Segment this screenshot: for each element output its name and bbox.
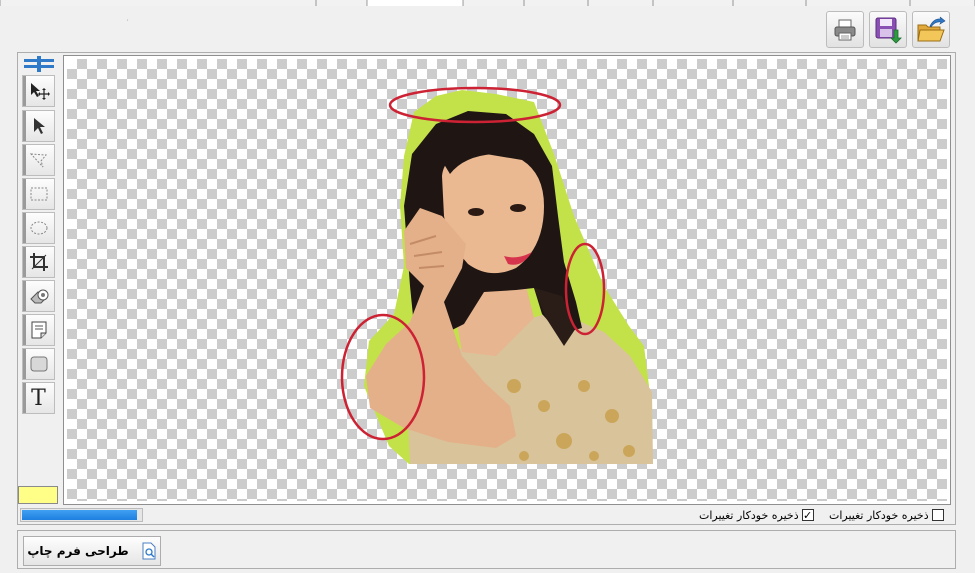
- autosave-option-1[interactable]: ✓ ذخیره خودکار تغییرات: [699, 507, 814, 523]
- autosave-label-1: ذخیره خودکار تغییرات: [699, 508, 799, 522]
- tab-6[interactable]: [588, 0, 653, 6]
- tab-9[interactable]: [806, 0, 910, 6]
- text-tool-button[interactable]: T: [22, 382, 55, 414]
- progress-fill: [22, 510, 137, 520]
- tab-4[interactable]: [463, 0, 524, 6]
- save-button[interactable]: [869, 11, 907, 48]
- rounded-rect-icon: [30, 356, 47, 372]
- print-form-design-label: طراحی فرم چاپ: [27, 544, 129, 558]
- lasso-tool-button[interactable]: [22, 144, 55, 176]
- text-tool-icon: T: [31, 385, 46, 411]
- ellipse-select-button[interactable]: [22, 212, 55, 244]
- progress-bar: [20, 508, 143, 522]
- move-tool-icon: [30, 83, 50, 100]
- ellipse-select-icon: [30, 221, 47, 235]
- eraser-icon: [29, 289, 48, 304]
- app-window: ، T ✓ ذخیره خودکار تغییرات ذخیره خودکار …: [0, 0, 975, 573]
- move-tool-button[interactable]: [22, 75, 55, 107]
- tab-8[interactable]: [733, 0, 806, 6]
- tab-7[interactable]: [653, 0, 733, 6]
- crop-tool-button[interactable]: [22, 246, 55, 278]
- color-swatch[interactable]: [18, 486, 58, 504]
- shape-tool-button[interactable]: [22, 348, 55, 380]
- document-preview-icon: [142, 542, 156, 560]
- printer-icon: [834, 19, 856, 40]
- pointer-tool-icon: [33, 118, 45, 134]
- tab-10[interactable]: [910, 0, 975, 6]
- lasso-tool-icon: [29, 153, 47, 168]
- image-canvas[interactable]: [63, 55, 951, 505]
- toolbox: T: [21, 55, 56, 415]
- tab-2[interactable]: [316, 0, 367, 6]
- autosave-checkbox-2[interactable]: [931, 509, 944, 521]
- tab-active[interactable]: [367, 0, 463, 6]
- rect-select-button[interactable]: [22, 178, 55, 210]
- print-form-design-button[interactable]: طراحی فرم چاپ: [23, 536, 161, 566]
- checkmark-icon: ✓: [803, 508, 813, 522]
- rect-select-icon: [30, 187, 47, 201]
- tab-strip: [0, 0, 975, 6]
- tab-5[interactable]: [524, 0, 588, 6]
- print-button[interactable]: [826, 11, 864, 48]
- autosave-label-2: ذخیره خودکار تغییرات: [829, 508, 929, 522]
- toolbox-gripper-icon[interactable]: [22, 55, 55, 73]
- open-folder-button[interactable]: [912, 11, 950, 48]
- autosave-option-2[interactable]: ذخیره خودکار تغییرات: [829, 507, 944, 523]
- autosave-checkbox-1[interactable]: ✓: [801, 508, 814, 522]
- open-folder-icon: [917, 16, 946, 41]
- note-tool-button[interactable]: [22, 314, 55, 346]
- photo-image-icon: [340, 86, 653, 464]
- pointer-tool-button[interactable]: [22, 110, 55, 142]
- eraser-tool-button[interactable]: [22, 280, 55, 312]
- faint-text: ،: [126, 14, 129, 24]
- save-download-icon: [875, 17, 902, 44]
- note-icon: [31, 321, 46, 339]
- tab-1[interactable]: [0, 0, 316, 6]
- crop-icon: [29, 253, 48, 271]
